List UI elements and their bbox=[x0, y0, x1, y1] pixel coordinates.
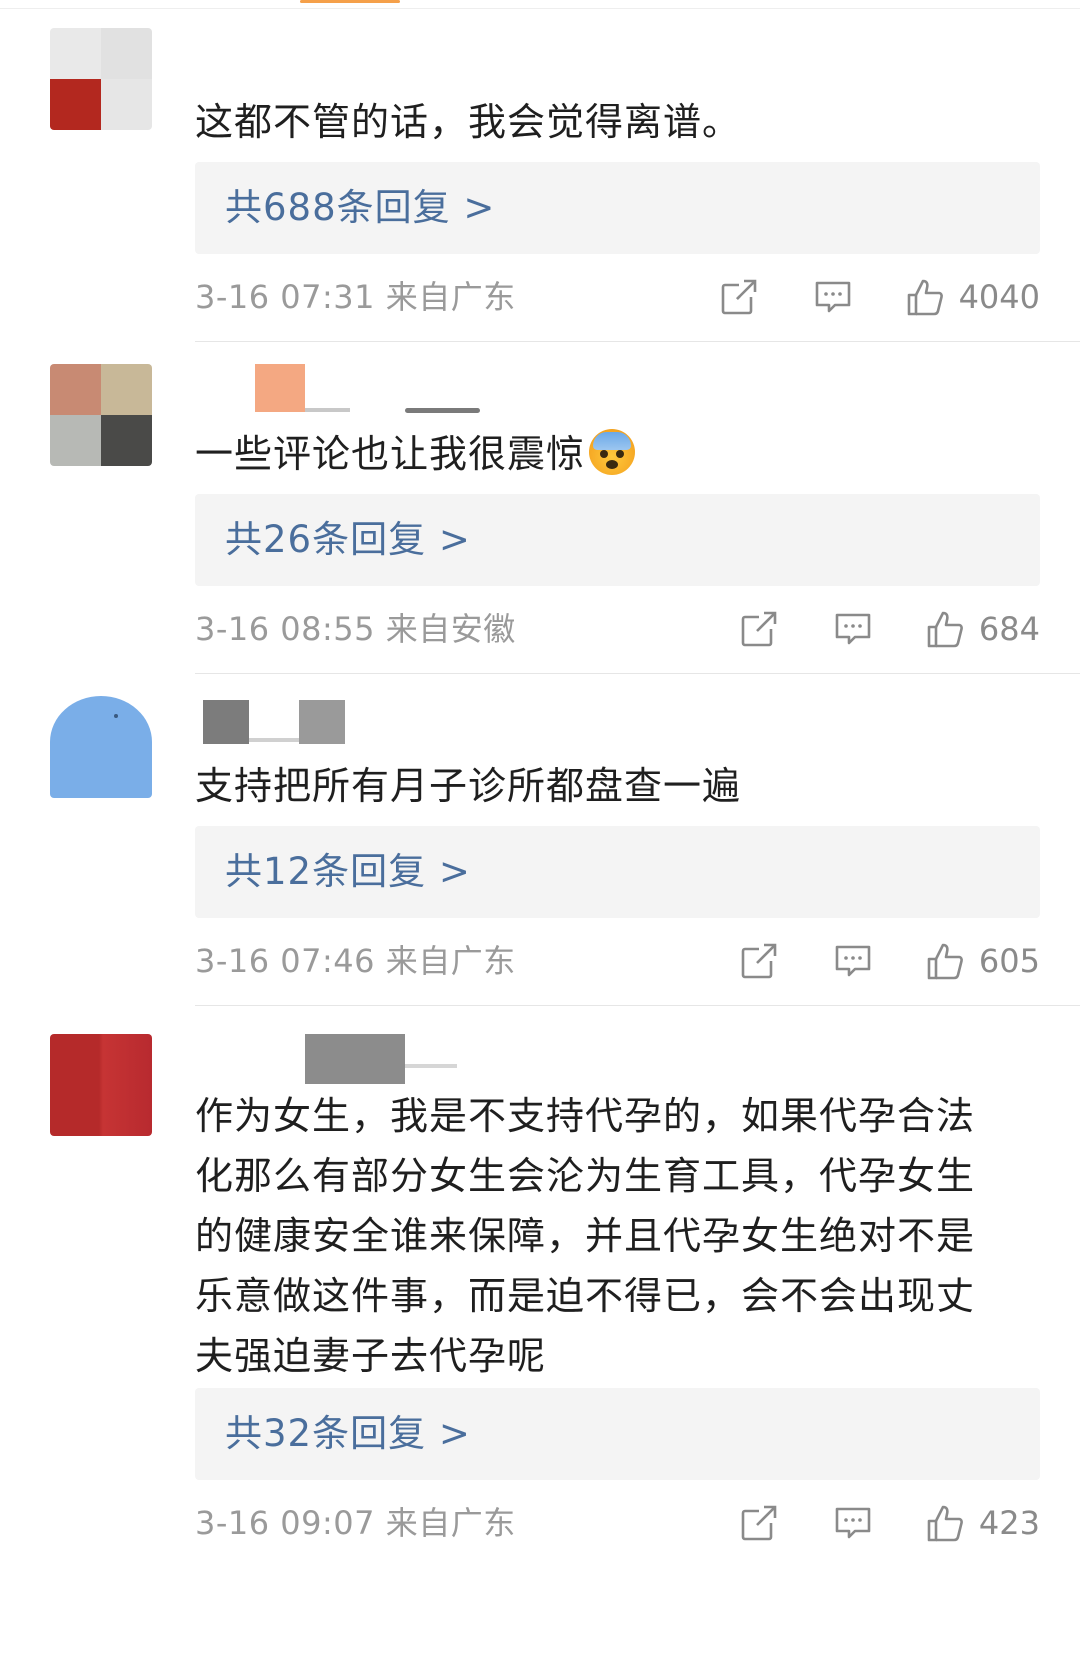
comment-text: 支持把所有月子诊所都盘查一遍 bbox=[195, 764, 742, 808]
comment-text: 作为女生，我是不支持代孕的，如果代孕合法 化那么有部分女生会沦为生育工具，代孕女… bbox=[195, 1086, 1040, 1386]
fearful-face-emoji bbox=[589, 429, 636, 475]
thumbs-up-icon[interactable] bbox=[925, 1503, 965, 1543]
username-blurred[interactable] bbox=[195, 1034, 465, 1084]
avatar[interactable] bbox=[50, 28, 152, 130]
replies-button[interactable]: 共12条回复 > bbox=[195, 826, 1040, 918]
replies-button[interactable]: 共688条回复 > bbox=[195, 162, 1040, 254]
comment-meta: 3-16 09:07 来自广东 423 bbox=[195, 1498, 1040, 1548]
comment-item: 一些评论也让我很震惊 共26条回复 > 3-16 08:55 来自安徽 684 bbox=[0, 342, 1080, 674]
like-count: 684 bbox=[978, 610, 1040, 648]
like-count: 4040 bbox=[958, 278, 1040, 316]
avatar[interactable] bbox=[50, 364, 152, 466]
username-blurred[interactable] bbox=[195, 364, 485, 414]
timestamp: 3-16 08:55 来自安徽 bbox=[195, 610, 516, 648]
thumbs-up-icon[interactable] bbox=[925, 941, 965, 981]
comment-item: 作为女生，我是不支持代孕的，如果代孕合法 化那么有部分女生会沦为生育工具，代孕女… bbox=[0, 1006, 1080, 1653]
comment-item: 这都不管的话，我会觉得离谱。 共688条回复 > 3-16 07:31 来自广东… bbox=[0, 0, 1080, 342]
like-button[interactable]: 423 bbox=[925, 1498, 1040, 1548]
comment-icon[interactable] bbox=[833, 1503, 873, 1543]
comment-text-line: 乐意做这件事，而是迫不得已，会不会出现丈 bbox=[195, 1274, 976, 1318]
avatar[interactable] bbox=[50, 696, 152, 798]
share-icon[interactable] bbox=[739, 1503, 779, 1543]
like-button[interactable]: 605 bbox=[925, 936, 1040, 986]
avatar[interactable] bbox=[50, 1034, 152, 1136]
share-icon[interactable] bbox=[739, 941, 779, 981]
replies-label[interactable]: 共688条回复 > bbox=[225, 162, 495, 254]
share-icon[interactable] bbox=[739, 609, 779, 649]
share-icon[interactable] bbox=[719, 277, 759, 317]
username-blurred[interactable] bbox=[195, 700, 395, 750]
timestamp: 3-16 07:46 来自广东 bbox=[195, 942, 516, 980]
replies-label[interactable]: 共12条回复 > bbox=[225, 826, 471, 918]
replies-label[interactable]: 共26条回复 > bbox=[225, 494, 471, 586]
comment-icon[interactable] bbox=[833, 609, 873, 649]
comment-text: 一些评论也让我很震惊 bbox=[195, 424, 1040, 484]
comment-icon[interactable] bbox=[833, 941, 873, 981]
replies-button[interactable]: 共32条回复 > bbox=[195, 1388, 1040, 1480]
replies-button[interactable]: 共26条回复 > bbox=[195, 494, 1040, 586]
thumbs-up-icon[interactable] bbox=[925, 609, 965, 649]
action-bar: 605 bbox=[739, 936, 1040, 986]
comment-meta: 3-16 07:46 来自广东 605 bbox=[195, 936, 1040, 986]
like-count: 605 bbox=[978, 942, 1040, 980]
comment-icon[interactable] bbox=[813, 277, 853, 317]
thumbs-up-icon[interactable] bbox=[905, 277, 945, 317]
comment-text-line: 作为女生，我是不支持代孕的，如果代孕合法 bbox=[195, 1094, 976, 1138]
replies-label[interactable]: 共32条回复 > bbox=[225, 1388, 471, 1480]
comment-text-line: 化那么有部分女生会沦为生育工具，代孕女生 bbox=[195, 1154, 976, 1198]
comment-text-line: 夫强迫妻子去代孕呢 bbox=[195, 1334, 547, 1378]
timestamp: 3-16 09:07 来自广东 bbox=[195, 1504, 516, 1542]
like-count: 423 bbox=[978, 1504, 1040, 1542]
action-bar: 684 bbox=[739, 604, 1040, 654]
comment-text: 这都不管的话，我会觉得离谱。 bbox=[195, 100, 742, 144]
comment-meta: 3-16 07:31 来自广东 4040 bbox=[195, 272, 1040, 322]
comment-item: 支持把所有月子诊所都盘查一遍 共12条回复 > 3-16 07:46 来自广东 … bbox=[0, 674, 1080, 1006]
action-bar: 423 bbox=[739, 1498, 1040, 1548]
comment-meta: 3-16 08:55 来自安徽 684 bbox=[195, 604, 1040, 654]
comment-text-line: 的健康安全谁来保障，并且代孕女生绝对不是 bbox=[195, 1214, 976, 1258]
like-button[interactable]: 4040 bbox=[905, 272, 1040, 322]
action-bar: 4040 bbox=[719, 272, 1040, 322]
timestamp: 3-16 07:31 来自广东 bbox=[195, 278, 516, 316]
like-button[interactable]: 684 bbox=[925, 604, 1040, 654]
